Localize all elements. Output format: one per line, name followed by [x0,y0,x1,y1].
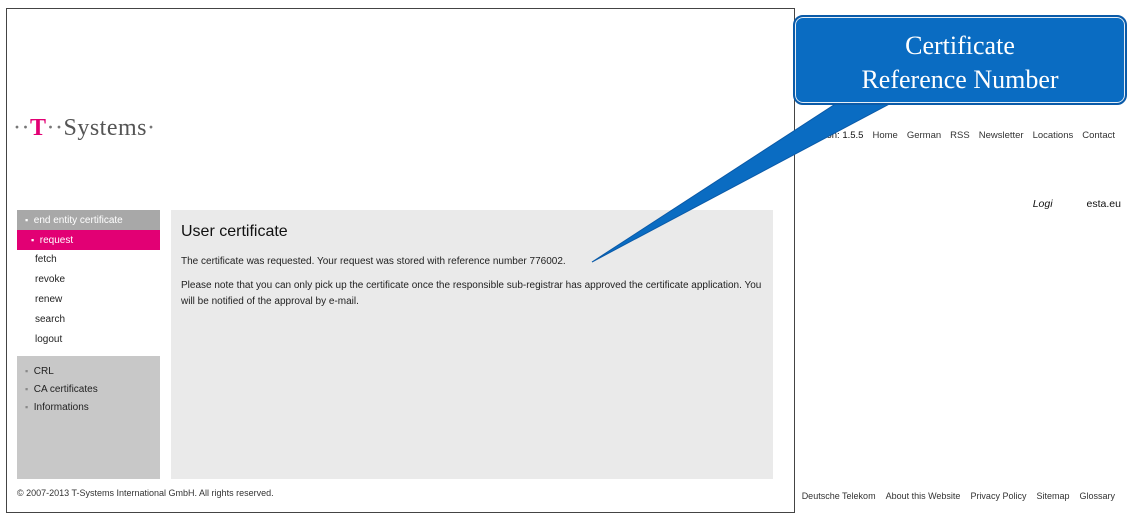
sidebar-item-ca-certificates[interactable]: ▪ CA certificates [17,380,160,398]
sidebar-item-label: search [35,314,66,325]
footer-link-sitemap[interactable]: Sitemap [1036,491,1069,501]
bullet-icon: ▪ [31,235,35,245]
logo-dots-mid: ·· [46,115,64,141]
nav-locations-link[interactable]: Locations [1033,130,1074,141]
sidebar-item-informations[interactable]: ▪ Informations [17,398,160,416]
footer-link-glossary[interactable]: Glossary [1079,491,1115,501]
sidebar-item-label: fetch [35,254,57,265]
bullet-icon: ▪ [25,366,29,376]
sidebar-bottom-menu: ▪ CRL ▪ CA certificates ▪ Informations [17,356,160,416]
sidebar-item-label: logout [35,334,63,345]
version-label: Version: 1.5.5 [805,130,864,141]
t-systems-logo[interactable]: ··T··Systems· [13,115,156,142]
sidebar-section-label: end entity certificate [33,215,123,226]
footer-link-deutsche-telekom[interactable]: Deutsche Telekom [802,491,876,501]
sidebar-item-label: renew [35,294,63,305]
sidebar-item-fetch[interactable]: fetch [17,250,160,270]
footer-link-privacy-policy[interactable]: Privacy Policy [970,491,1026,501]
callout-line-1: Certificate [905,31,1015,60]
login-label: Logi [1032,198,1053,210]
logo-dots-left: ·· [13,115,30,141]
sidebar-item-label: request [39,235,74,246]
sidebar-section-end-entity-certificate[interactable]: ▪ end entity certificate [17,210,160,230]
sidebar-item-revoke[interactable]: revoke [17,270,160,290]
main-content: User certificate The certificate was req… [171,210,773,479]
logo-t-mark: T [29,115,47,141]
sidebar-item-crl[interactable]: ▪ CRL [17,362,160,380]
bullet-icon: ▪ [25,384,29,394]
callout-annotation: Certificate Reference Number [793,15,1127,105]
bullet-icon: ▪ [25,215,29,225]
page-title: User certificate [181,223,288,240]
confirmation-message: The certificate was requested. Your requ… [181,256,566,267]
logo-dot-right: · [147,115,156,141]
sidebar-item-logout[interactable]: logout [17,330,160,350]
footer-copyright: © 2007-2013 T-Systems International GmbH… [17,488,274,498]
nav-home-link[interactable]: Home [872,130,897,141]
sidebar-item-request[interactable]: ▪ request [17,230,160,250]
left-sidebar: ▪ end entity certificate ▪ request fetch… [17,210,160,479]
login-status: Logi esta.eu [1033,198,1121,210]
nav-rss-link[interactable]: RSS [950,130,970,141]
sidebar-item-label: CA certificates [33,384,98,395]
login-domain: esta.eu [1086,198,1121,210]
sidebar-item-renew[interactable]: renew [17,290,160,310]
top-navigation: Version: 1.5.5 Home German RSS Newslette… [805,130,1115,141]
nav-newsletter-link[interactable]: Newsletter [979,130,1024,141]
nav-german-link[interactable]: German [907,130,941,141]
approval-notice: Please note that you can only pick up th… [181,280,762,307]
footer-link-about-website[interactable]: About this Website [886,491,961,501]
sidebar-item-label: revoke [35,274,66,285]
callout-line-2: Reference Number [861,65,1059,94]
sidebar-item-search[interactable]: search [17,310,160,330]
sidebar-item-label: Informations [33,402,89,413]
sidebar-submenu: ▪ request fetch revoke renew search logo… [17,230,160,356]
nav-contact-link[interactable]: Contact [1082,130,1115,141]
logo-name: Systems [63,115,147,141]
footer-links: Deutsche Telekom About this Website Priv… [802,491,1115,501]
sidebar-item-label: CRL [33,366,54,377]
bullet-icon: ▪ [25,402,29,412]
